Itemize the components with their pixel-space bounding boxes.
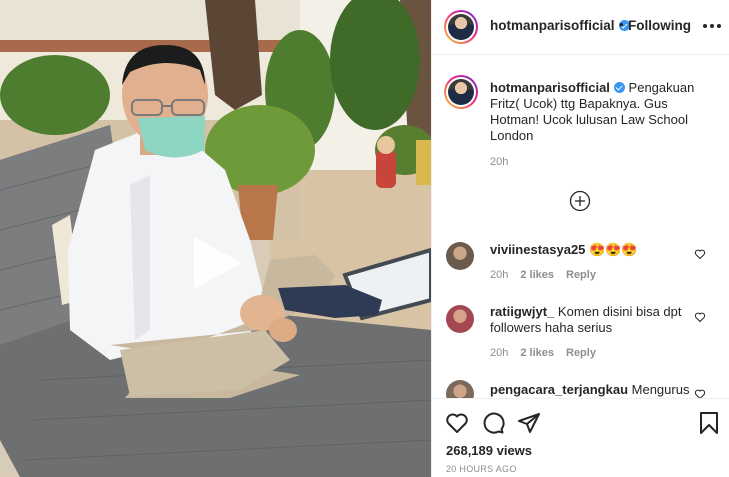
comment-item: ratiigwjyt_ Komen disini bisa dpt follow… [432,302,729,372]
post-sidebar: hotmanparisofficial • Following hotmanpa… [431,0,729,477]
play-icon [194,237,242,289]
post-timestamp[interactable]: 20 HOURS AGO [446,464,517,474]
comment-username[interactable]: ratiigwjyt_ [490,304,554,319]
comment-reply-button[interactable]: Reply [566,347,596,359]
comment-username[interactable]: viviinestasya25 [490,242,585,257]
commenter-avatar[interactable] [446,242,474,270]
comment-meta: 20h 2 likes Reply [490,269,608,281]
commenter-avatar[interactable] [446,380,474,398]
share-icon[interactable] [517,411,541,435]
comment-likes[interactable]: 2 likes [520,269,554,281]
comments-list[interactable]: viviinestasya25 😍😍😍 20h 2 likes Reply rati… [432,236,729,398]
post-caption: hotmanparisofficial Pengakuan Fritz( Uco… [432,56,729,236]
post-video[interactable] [0,0,431,477]
play-button[interactable] [186,233,246,293]
author-username-text[interactable]: hotmanparisofficial [490,18,615,33]
post-actions: 268,189 views 20 HOURS AGO [432,398,729,477]
author-avatar[interactable] [444,10,478,44]
caption-avatar[interactable] [444,75,478,109]
author-username[interactable]: hotmanparisofficial [490,18,630,33]
post-header: hotmanparisofficial • Following [432,0,729,55]
comment-like-icon[interactable] [694,248,706,260]
view-count[interactable]: 268,189 views [446,443,532,458]
comment-item: pengacara_terjangkau Mengurus [432,380,729,398]
comment-likes[interactable]: 2 likes [520,347,554,359]
verified-badge-icon [613,82,625,93]
caption-text: hotmanparisofficial Pengakuan Fritz( Uco… [490,80,714,144]
more-options-icon[interactable] [702,18,722,34]
comment-username[interactable]: pengacara_terjangkau [490,382,628,397]
caption-username[interactable]: hotmanparisofficial [490,80,610,95]
comment-meta: 20h 2 likes Reply [490,347,608,359]
following-button[interactable]: Following [628,18,691,33]
caption-time[interactable]: 20h [490,156,508,168]
separator-dot: • [619,17,624,32]
comment-time[interactable]: 20h [490,269,508,281]
heart-icon[interactable] [445,411,469,435]
load-more-comments-button[interactable] [569,190,591,212]
comment-icon[interactable] [481,411,505,435]
comment-like-icon[interactable] [694,388,706,398]
commenter-avatar[interactable] [446,305,474,333]
comment-item: viviinestasya25 😍😍😍 20h 2 likes Reply [432,236,729,306]
comment-like-icon[interactable] [694,311,706,323]
bookmark-icon[interactable] [697,411,721,435]
comment-reply-button[interactable]: Reply [566,269,596,281]
comment-text: 😍😍😍 [589,242,638,257]
comment-body: ratiigwjyt_ Komen disini bisa dpt follow… [490,304,695,336]
comment-body: viviinestasya25 😍😍😍 [490,242,695,258]
comment-time[interactable]: 20h [490,347,508,359]
comment-text: Mengurus [631,382,690,397]
comment-body: pengacara_terjangkau Mengurus [490,382,695,398]
